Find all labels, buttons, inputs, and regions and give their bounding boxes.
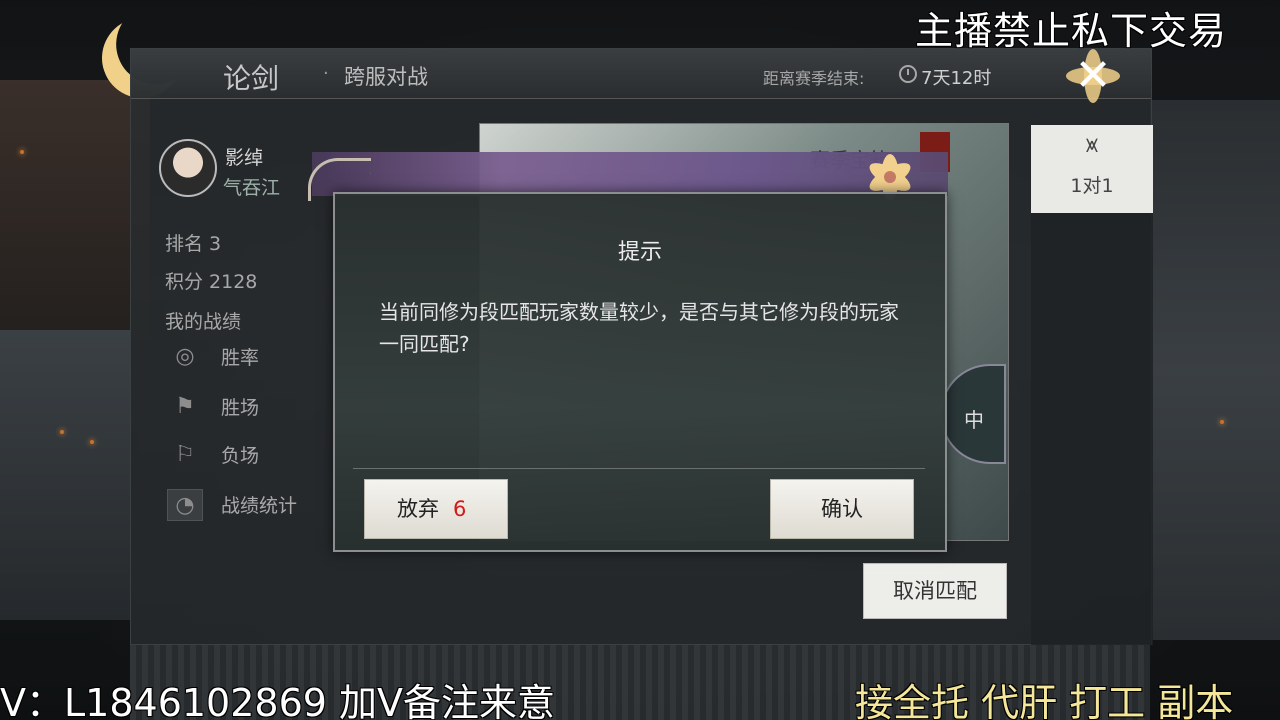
player-name: 影绰 (225, 147, 264, 169)
mountain-icon: ⩙ (1085, 133, 1099, 158)
game-scene: 论剑 · 跨服对战 距离赛季结束: 7天12时 影绰 气吞江 排名 3 积分 2… (0, 0, 1280, 720)
confirm-button[interactable]: 确认 (770, 479, 914, 539)
page-subtitle: 跨服对战 (344, 65, 428, 89)
season-countdown-label: 距离赛季结束: (763, 69, 865, 88)
dialog-message: 当前同修为段匹配玩家数量较少，是否与其它修为段的玩家一同匹配? (379, 300, 899, 356)
tab-1v1-label: 1对1 (1070, 175, 1114, 197)
records-heading: 我的战绩 (165, 311, 242, 333)
player-guild: 气吞江 (223, 177, 281, 199)
avatar[interactable] (159, 139, 217, 197)
pie-chart-icon: ◔ (167, 489, 203, 521)
background-building (0, 80, 150, 340)
season-countdown-value: 7天12时 (921, 68, 992, 89)
dialog-divider (353, 468, 925, 469)
wins-label: 胜场 (221, 397, 260, 419)
abandon-button[interactable]: 放弃 6 (364, 479, 508, 539)
player-score: 积分 2128 (165, 271, 258, 293)
stream-services-text: 接全托 代肝 打工 副本 (855, 681, 1234, 720)
matching-text: 中 (964, 408, 984, 432)
dialog-title: 提示 (617, 240, 662, 265)
dialog-header-band (308, 152, 948, 201)
stream-notice-top: 主播禁止私下交易 (915, 9, 1228, 53)
lantern-light (20, 150, 24, 154)
broken-flag-icon: ⚐ (175, 442, 195, 467)
cancel-match-button[interactable]: 取消匹配 (863, 563, 1007, 619)
title-separator: · (323, 63, 329, 84)
lantern-light (1220, 420, 1224, 424)
target-icon: ◎ (175, 344, 195, 369)
flag-icon: ⚑ (175, 394, 195, 419)
close-icon: ✕ (1074, 50, 1112, 101)
mode-tab-column (1031, 213, 1153, 645)
abandon-countdown: 6 (453, 497, 467, 521)
background-building (1150, 100, 1280, 640)
win-rate-label: 胜率 (221, 347, 260, 369)
clock-icon (899, 65, 917, 83)
lantern-light (90, 440, 94, 444)
background-building (0, 330, 130, 620)
statistics-label: 战绩统计 (221, 495, 298, 517)
matching-indicator: 中 (940, 364, 1006, 464)
prompt-dialog: 提示 当前同修为段匹配玩家数量较少，是否与其它修为段的玩家一同匹配? 放弃 6 确… (333, 192, 947, 552)
lantern-light (60, 430, 64, 434)
stream-contact-text: V：L1846102869 加V备注来意 (0, 681, 556, 720)
losses-label: 负场 (221, 445, 260, 467)
title-bar: 论剑 · 跨服对战 距离赛季结束: 7天12时 (131, 49, 1151, 99)
tab-1v1[interactable]: ⩙ 1对1 (1031, 125, 1153, 213)
page-title: 论剑 (223, 62, 280, 95)
abandon-label: 放弃 (397, 497, 439, 521)
player-rank: 排名 3 (165, 233, 222, 255)
